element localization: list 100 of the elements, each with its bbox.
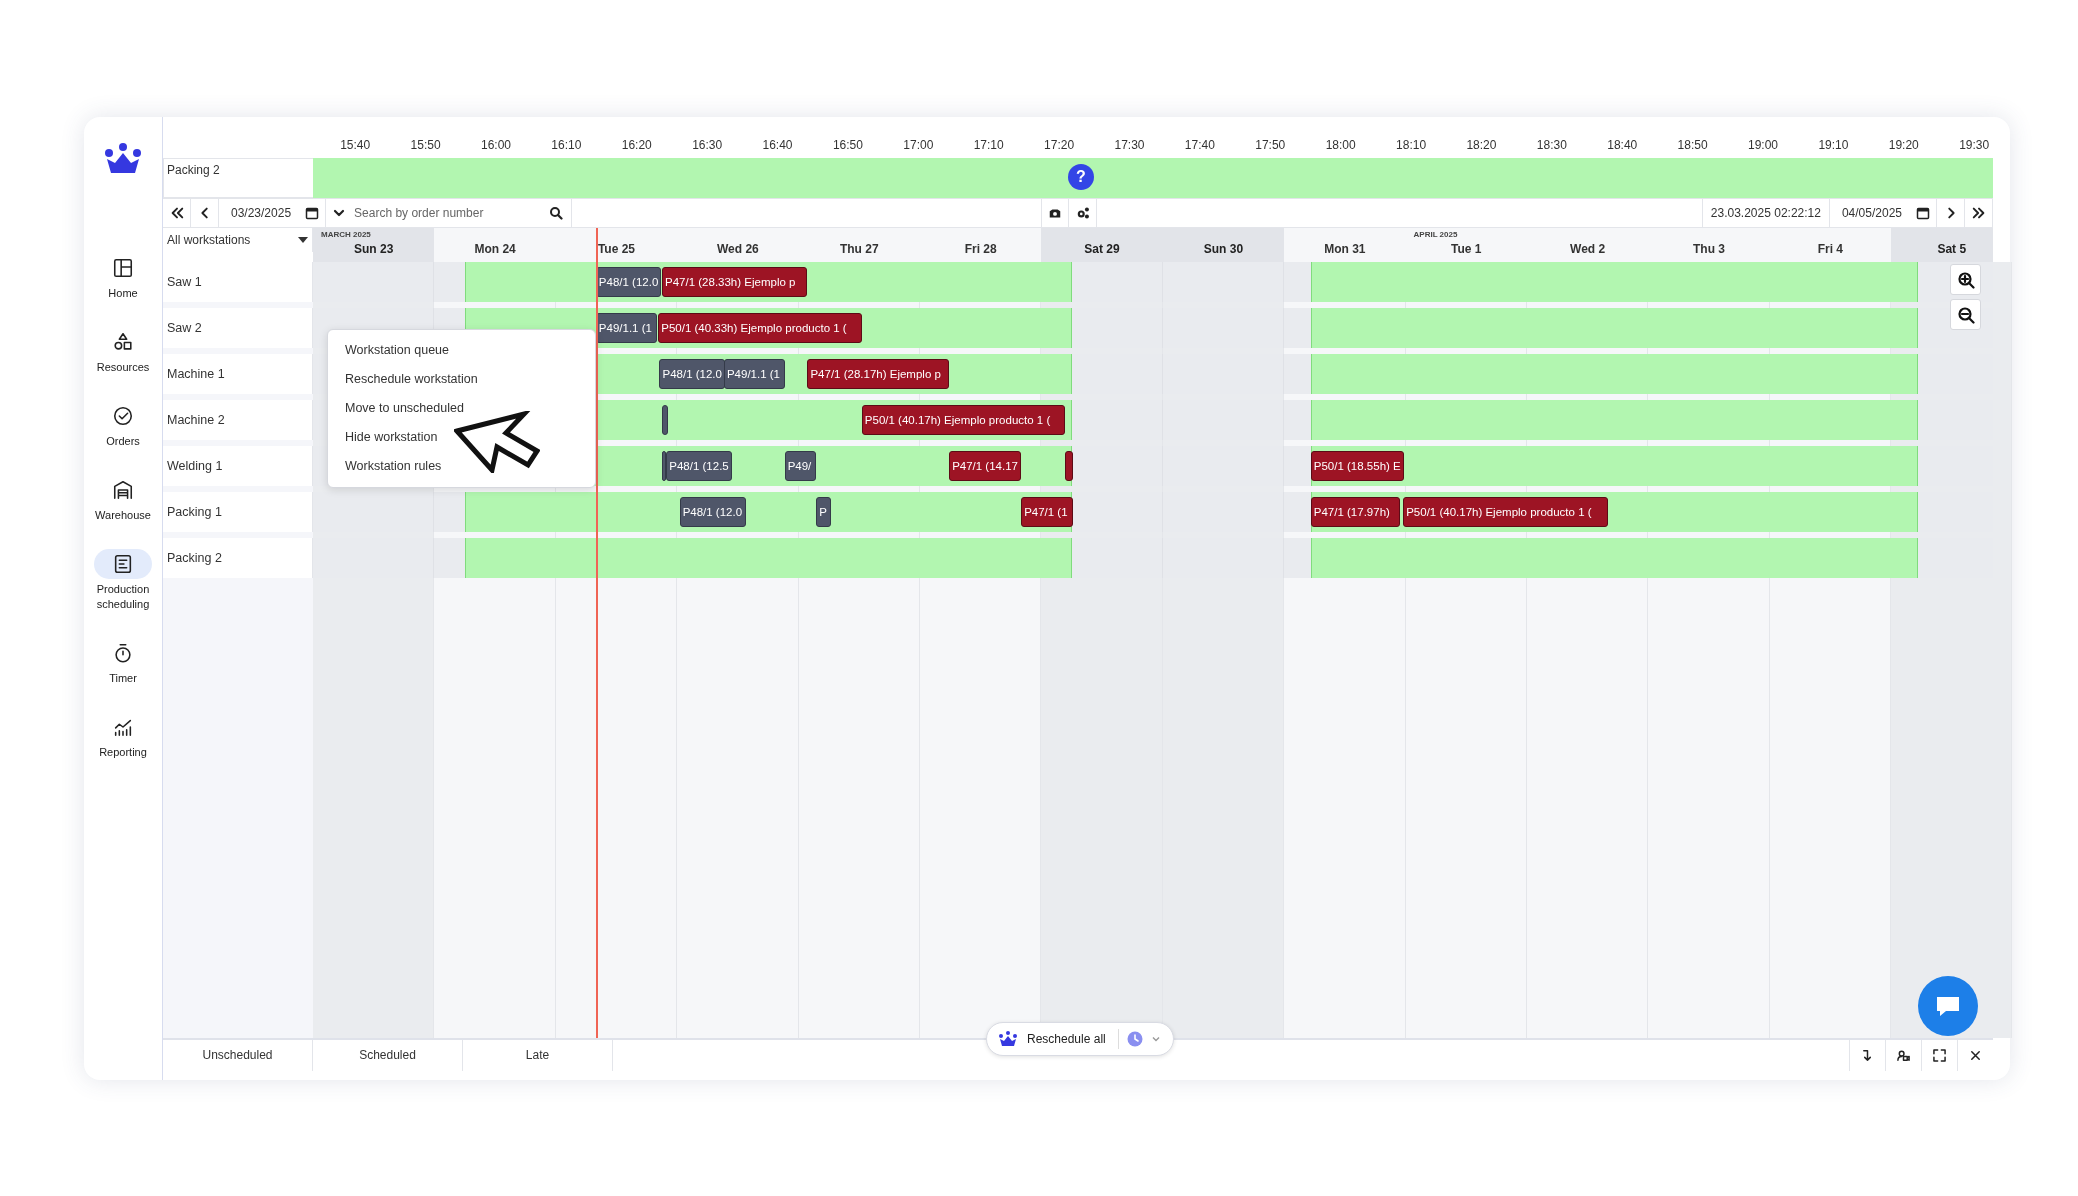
task-bar[interactable]: P47/1 (28.33h) Ejemplo p	[662, 267, 808, 297]
task-bar[interactable]: P47/1 (28.17h) Ejemplo p	[807, 359, 950, 389]
time-label: 18:30	[1535, 138, 1568, 154]
user-video-icon	[1897, 1049, 1910, 1062]
nav-item[interactable]: Home	[85, 253, 161, 301]
time-label: 17:50	[1254, 138, 1287, 154]
day-label: Fri 4	[1817, 242, 1844, 256]
nav-item[interactable]: Production scheduling	[85, 549, 161, 612]
task-bar[interactable]: P48/1 (12.5	[666, 451, 732, 481]
time-label: 16:50	[831, 138, 864, 154]
zoom-out-button[interactable]	[1950, 299, 1981, 330]
time-label: 15:50	[409, 138, 442, 154]
time-label: 18:20	[1465, 138, 1498, 154]
menu-item[interactable]: Reschedule workstation	[328, 365, 595, 394]
task-bar[interactable]: P48/1 (12.0	[595, 267, 662, 297]
month-label: MARCH 2025	[321, 230, 371, 239]
nav-item[interactable]: Warehouse	[85, 475, 161, 523]
task-bar[interactable]	[1065, 451, 1073, 481]
task-bar[interactable]: P	[816, 497, 832, 527]
crown-logo	[103, 143, 143, 175]
day-label: Thu 27	[839, 242, 879, 256]
task-bar[interactable]: P50/1 (40.33h) Ejemplo producto 1 (	[658, 313, 862, 343]
zoom-in-button[interactable]	[1950, 264, 1981, 295]
day-label: Tue 1	[1451, 242, 1482, 256]
document-list-icon	[112, 553, 134, 575]
caret-down-icon	[298, 235, 308, 245]
time-label: 19:30	[1958, 138, 1991, 154]
time-label: 17:40	[1183, 138, 1216, 154]
task-bar[interactable]: P47/1 (14.17	[949, 451, 1022, 481]
menu-item[interactable]: Workstation rules	[328, 452, 595, 481]
time-label: 16:00	[479, 138, 512, 154]
time-label: 16:30	[691, 138, 724, 154]
zoom-out-icon	[1956, 305, 1975, 324]
workstation-label: Packing 2	[163, 158, 313, 198]
workstation-label: Saw 1	[163, 262, 313, 302]
nav-item[interactable]: Reporting	[85, 712, 161, 760]
day-label: Wed 2	[1570, 242, 1606, 256]
search-icon[interactable]	[549, 206, 564, 220]
day-label: Sun 30	[1203, 242, 1244, 256]
crown-icon	[997, 1031, 1019, 1047]
check-circle-icon	[112, 405, 134, 427]
menu-item[interactable]: Move to unscheduled	[328, 394, 595, 423]
reschedule-all-button[interactable]: Reschedule all	[986, 1022, 1174, 1056]
task-bar[interactable]: P49/	[784, 451, 817, 481]
day-label: Mon 31	[1324, 242, 1366, 256]
workstation-label: Welding 1	[163, 446, 313, 486]
warehouse-icon	[112, 479, 134, 501]
task-bar[interactable]: P48/1 (12.0	[679, 497, 746, 527]
camera-button[interactable]	[1041, 199, 1070, 227]
task-bar[interactable]: P49/1.1 (1	[595, 313, 657, 343]
task-bar[interactable]: P50/1 (40.17h) Ejemplo producto 1 (	[861, 405, 1066, 435]
stopwatch-icon	[112, 642, 134, 664]
fullscreen-icon	[1933, 1049, 1946, 1062]
workstation-label: Machine 2	[163, 400, 313, 440]
time-label: 18:10	[1395, 138, 1428, 154]
time-label: 17:30	[1113, 138, 1146, 154]
day-label: Fri 28	[964, 242, 997, 256]
double-chevron-right-icon	[1971, 206, 1986, 220]
time-label: 16:40	[761, 138, 794, 154]
day-label: Mon 24	[474, 242, 516, 256]
time-label: 18:40	[1606, 138, 1639, 154]
task-bar[interactable]	[662, 405, 669, 435]
nav-item[interactable]: Resources	[85, 327, 161, 375]
day-label: Sun 23	[354, 242, 394, 256]
task-bar[interactable]: P47/1 (1	[1021, 497, 1073, 527]
time-label: 17:20	[1043, 138, 1076, 154]
time-label: 17:00	[902, 138, 935, 154]
calendar-icon	[305, 206, 320, 220]
task-bar[interactable]: P50/1 (40.17h) Ejemplo producto 1 (	[1403, 497, 1608, 527]
start-date-field[interactable]: 03/23/2025	[219, 199, 327, 227]
shapes-icon	[112, 331, 134, 353]
month-label: APRIL 2025	[1413, 230, 1458, 239]
workstation-label: Packing 1	[163, 492, 313, 532]
clock-icon	[1126, 1031, 1143, 1047]
zoom-in-icon	[1956, 270, 1975, 289]
arrow-down-to-line-icon	[1861, 1049, 1874, 1062]
time-label: 15:40	[339, 138, 372, 154]
help-button[interactable]: ?	[1068, 164, 1094, 190]
layout-icon	[112, 257, 134, 279]
cursor-arrow-icon	[454, 411, 540, 473]
calendar-icon	[1916, 206, 1930, 220]
workstation-label: Saw 2	[163, 308, 313, 348]
timestamp-label: 23.03.2025 02:22:12	[1701, 199, 1830, 227]
workstation-label: Machine 1	[163, 354, 313, 394]
time-label: 16:20	[620, 138, 653, 154]
time-label: 19:00	[1747, 138, 1779, 154]
nav-item[interactable]: Orders	[85, 401, 161, 449]
day-label: Wed 26	[716, 242, 759, 256]
time-label: 19:10	[1817, 138, 1850, 154]
task-bar[interactable]: P48/1 (12.0	[659, 359, 725, 389]
task-bar[interactable]: P47/1 (17.97h)	[1310, 497, 1401, 527]
day-label: Thu 3	[1693, 242, 1725, 256]
task-bar[interactable]: P49/1.1 (1	[723, 359, 785, 389]
task-bar[interactable]: P50/1 (18.55h) E	[1310, 451, 1404, 481]
time-label: 18:00	[1324, 138, 1357, 154]
time-label: 19:20	[1887, 138, 1920, 154]
nav-item[interactable]: Timer	[85, 638, 161, 686]
menu-item[interactable]: Workstation queue	[328, 336, 595, 365]
workstation-label: Packing 2	[163, 538, 313, 578]
chevron-down-icon	[1150, 1034, 1161, 1044]
